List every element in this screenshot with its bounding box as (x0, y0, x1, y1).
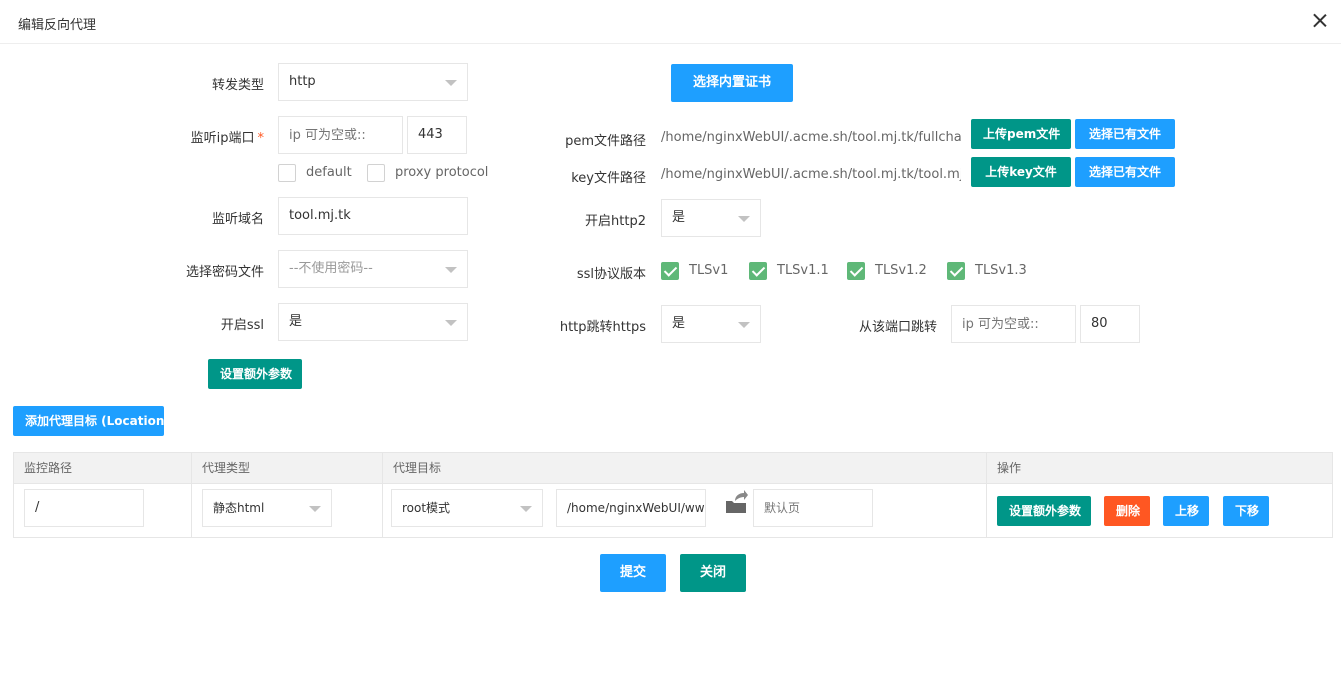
forward-type-label: 转发类型 (211, 78, 264, 93)
dialog-title: 编辑反向代理 (18, 18, 97, 33)
default-checkbox[interactable] (278, 164, 296, 182)
forward-type-select[interactable]: http (278, 63, 468, 101)
key-path-label: key文件路径 (571, 171, 646, 186)
builtin-cert-button[interactable]: 选择内置证书 (671, 64, 793, 102)
password-file-label: 选择密码文件 (185, 265, 264, 280)
upload-key-button[interactable]: 上传key文件 (971, 157, 1071, 187)
chevron-down-icon (738, 322, 750, 328)
forward-type-value: http (289, 74, 316, 89)
proxy-type-value: 静态html (213, 501, 265, 515)
domain-input[interactable]: tool.mj.tk (278, 197, 468, 235)
http-redirect-label: http跳转https (559, 320, 646, 335)
listen-port-input[interactable]: 443 (407, 116, 467, 154)
submit-button[interactable]: 提交 (600, 554, 666, 592)
locations-table: 监控路径 代理类型 代理目标 操作 / 静态html root模式 /home/… (13, 452, 1333, 538)
proxy-protocol-checkbox[interactable] (367, 164, 385, 182)
column-divider (191, 453, 192, 537)
close-button[interactable]: 关闭 (680, 554, 746, 592)
http2-label: 开启http2 (585, 214, 646, 229)
redirect-port-label: 从该端口跳转 (858, 320, 937, 335)
chevron-down-icon (445, 267, 457, 273)
target-mode-select[interactable]: root模式 (391, 489, 543, 527)
ssl-protocols-label: ssl协议版本 (576, 267, 646, 282)
column-header-proxy-type: 代理类型 (202, 461, 251, 475)
redirect-port-input[interactable]: 80 (1080, 305, 1140, 343)
required-mark: * (257, 131, 265, 146)
key-path-value: /home/nginxWebUI/.acme.sh/tool.mj.tk/too… (661, 167, 961, 182)
column-header-proxy-target: 代理目标 (393, 461, 442, 475)
tlsv1-2-checkbox[interactable] (847, 262, 865, 280)
listen-label-text: 监听ip端口 (190, 131, 255, 146)
pem-path-value: /home/nginxWebUI/.acme.sh/tool.mj.tk/ful… (661, 130, 961, 145)
tlsv1-3-checkbox[interactable] (947, 262, 965, 280)
tlsv1-1-label: TLSv1.1 (777, 263, 829, 278)
tlsv1-1-checkbox[interactable] (749, 262, 767, 280)
location-path-input[interactable]: / (24, 489, 144, 527)
extra-params-button[interactable]: 设置额外参数 (208, 359, 302, 389)
add-location-button[interactable]: 添加代理目标 (Location) (13, 406, 170, 436)
chevron-down-icon (520, 506, 532, 512)
chevron-down-icon (309, 506, 321, 512)
chevron-down-icon (445, 320, 457, 326)
default-checkbox-label: default (306, 165, 352, 180)
tlsv1-checkbox[interactable] (661, 262, 679, 280)
chevron-down-icon (738, 216, 750, 222)
upload-pem-button[interactable]: 上传pem文件 (971, 119, 1071, 149)
row-move-down-button[interactable]: 下移 (1223, 496, 1269, 526)
chevron-down-icon (445, 80, 457, 86)
folder-upload-icon[interactable] (724, 489, 748, 515)
choose-key-file-button[interactable]: 选择已有文件 (1075, 157, 1175, 187)
target-mode-value: root模式 (402, 501, 451, 515)
tlsv1-3-label: TLSv1.3 (975, 263, 1027, 278)
dialog-header: 编辑反向代理 (0, 0, 1341, 44)
http2-select[interactable]: 是 (661, 199, 761, 237)
column-header-actions: 操作 (997, 461, 1022, 475)
tlsv1-2-label: TLSv1.2 (875, 263, 927, 278)
ssl-select[interactable]: 是 (278, 303, 468, 341)
domain-label: 监听域名 (211, 212, 264, 227)
http2-value: 是 (672, 210, 686, 225)
http-redirect-select[interactable]: 是 (661, 305, 761, 343)
proxy-protocol-checkbox-label: proxy protocol (395, 165, 489, 180)
listen-ip-port-label: 监听ip端口 * (150, 127, 264, 146)
edit-reverse-proxy-dialog: 编辑反向代理 转发类型 http 监听ip端口* 443 default pro… (0, 0, 1341, 699)
choose-pem-file-button[interactable]: 选择已有文件 (1075, 119, 1175, 149)
pem-path-label: pem文件路径 (565, 134, 646, 149)
column-divider (986, 453, 987, 537)
http-redirect-value: 是 (672, 316, 686, 331)
row-delete-button[interactable]: 删除 (1104, 496, 1150, 526)
tlsv1-label: TLSv1 (689, 263, 729, 278)
row-extra-params-button[interactable]: 设置额外参数 (997, 496, 1091, 526)
column-header-path: 监控路径 (24, 461, 73, 475)
close-icon[interactable] (1309, 10, 1331, 32)
table-header: 监控路径 代理类型 代理目标 操作 (14, 453, 1332, 484)
column-divider (382, 453, 383, 537)
ssl-value: 是 (289, 314, 303, 329)
password-file-select[interactable]: --不使用密码-- (278, 250, 468, 288)
listen-ip-input[interactable] (278, 116, 403, 154)
password-file-value: --不使用密码-- (289, 261, 373, 276)
default-page-input[interactable] (753, 489, 873, 527)
target-path-input[interactable]: /home/nginxWebUI/www/p (556, 489, 706, 527)
proxy-type-select[interactable]: 静态html (202, 489, 332, 527)
row-move-up-button[interactable]: 上移 (1163, 496, 1209, 526)
ssl-label: 开启ssl (220, 318, 264, 333)
redirect-ip-input[interactable] (951, 305, 1076, 343)
